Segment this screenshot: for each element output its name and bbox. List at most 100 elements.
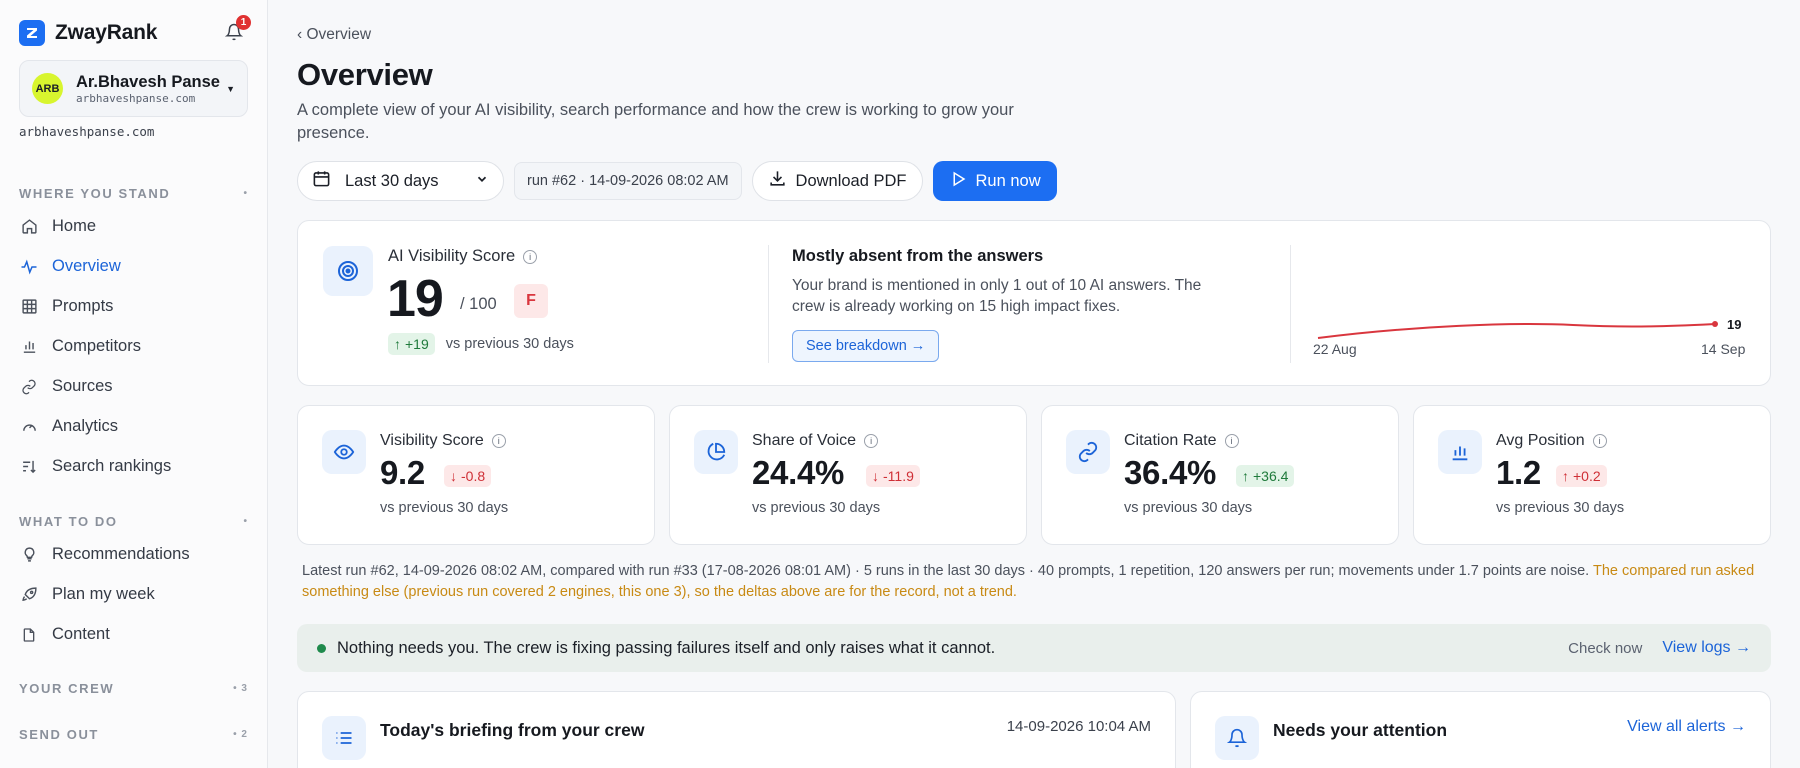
sidebar-item-label: Analytics	[52, 417, 119, 435]
attention-card: Needs your attention View all alerts →	[1190, 691, 1771, 768]
sidebar-item-competitors[interactable]: Competitors	[20, 337, 141, 356]
metric-label-text: Citation Rate	[1124, 432, 1217, 449]
metric-caption: vs previous 30 days	[752, 500, 881, 516]
sidebar-item-label: Home	[52, 217, 97, 235]
delta-caption: vs previous 30 days	[445, 336, 574, 352]
hero-delta-row: ↑ +19 vs previous 30 days	[388, 333, 574, 355]
date-range-value: Last 30 days	[345, 171, 439, 190]
home-icon	[20, 218, 38, 236]
section-what-to-do[interactable]: WHAT TO DO •	[19, 514, 248, 529]
eye-icon	[322, 430, 366, 474]
ai-visibility-label-text: AI Visibility Score	[388, 247, 516, 265]
sidebar-item-search-rankings[interactable]: Search rankings	[20, 457, 171, 476]
metric-label: Visibility Score i	[380, 432, 506, 450]
trend-start-label: 22 Aug	[1313, 341, 1357, 357]
sidebar-item-label: Content	[52, 625, 110, 643]
sidebar-item-label: Search rankings	[52, 457, 172, 475]
section-label: SEND OUT	[19, 727, 99, 742]
divider	[1290, 245, 1291, 363]
section-label: WHAT TO DO	[19, 514, 118, 529]
section-meta: • 3	[233, 683, 248, 694]
note-main-text: Latest run #62, 14-09-2026 08:02 AM, com…	[302, 563, 1593, 579]
breadcrumb[interactable]: ‹ Overview	[297, 26, 371, 44]
info-icon[interactable]: i	[491, 433, 506, 448]
sort-icon	[20, 458, 38, 476]
run-now-button[interactable]: Run now	[932, 161, 1057, 201]
chevron-down-icon	[475, 172, 489, 191]
info-icon[interactable]: i	[864, 433, 879, 448]
grade-badge: F	[514, 284, 548, 318]
metric-label-text: Share of Voice	[752, 432, 857, 449]
status-text: Nothing needs you. The crew is fixing pa…	[337, 638, 996, 657]
see-breakdown-button[interactable]: See breakdown →	[792, 330, 940, 362]
sidebar-item-label: Plan my week	[52, 585, 155, 603]
view-all-alerts-link[interactable]: View all alerts →	[1627, 718, 1746, 736]
sidebar-item-analytics[interactable]: Analytics	[20, 417, 118, 436]
sidebar-item-label: Recommendations	[52, 545, 190, 563]
crew-status-bar: Nothing needs you. The crew is fixing pa…	[297, 624, 1771, 672]
sidebar: ZwayRank 1 ARB Ar.Bhavesh Panse arbhaves…	[0, 0, 268, 768]
briefing-card: Today's briefing from your crew 14-09-20…	[297, 691, 1176, 768]
sidebar-item-plan-my-week[interactable]: Plan my week	[20, 585, 155, 604]
section-meta: •	[243, 188, 248, 199]
info-icon[interactable]: i	[523, 249, 538, 264]
metric-card-citation-rate: Citation Rate i 36.4% ↑ +36.4 vs previous …	[1041, 405, 1399, 545]
info-icon[interactable]: i	[1592, 433, 1607, 448]
zwayrank-logo-icon	[19, 20, 45, 46]
activity-icon	[20, 258, 38, 276]
metric-value: 24.4%	[752, 454, 845, 491]
metric-value: 36.4%	[1124, 454, 1217, 491]
metric-label: Avg Position i	[1496, 432, 1607, 450]
date-range-select[interactable]: Last 30 days	[297, 161, 504, 201]
grid-icon	[20, 298, 38, 316]
section-your-crew[interactable]: YOUR CREW • 3	[19, 681, 248, 696]
sidebar-item-overview[interactable]: Overview	[20, 257, 121, 276]
sidebar-item-prompts[interactable]: Prompts	[20, 297, 113, 316]
sidebar-item-recommendations[interactable]: Recommendations	[20, 545, 190, 564]
pie-chart-icon	[694, 430, 738, 474]
section-send-out[interactable]: SEND OUT • 2	[19, 727, 248, 742]
bar-chart-icon	[1438, 430, 1482, 474]
score-max: / 100	[460, 295, 497, 313]
status-message: Your brand is mentioned in only 1 out of…	[792, 277, 1202, 315]
metric-value: 9.2	[380, 454, 425, 491]
metric-label-text: Visibility Score	[380, 432, 484, 449]
check-now-button[interactable]: Check now	[1568, 640, 1642, 657]
notification-badge: 1	[236, 15, 251, 30]
section-label: WHERE YOU STAND	[19, 186, 171, 201]
page-subtitle: A complete view of your AI visibility, s…	[297, 101, 1014, 142]
metric-label-text: Avg Position	[1496, 432, 1585, 449]
trend-last-value: 19	[1727, 317, 1741, 332]
section-where-you-stand[interactable]: WHERE YOU STAND •	[19, 186, 248, 201]
delta-value: -11.9	[883, 468, 914, 484]
download-pdf-button[interactable]: Download PDF	[751, 161, 923, 201]
account-switcher[interactable]: ARB Ar.Bhavesh Panse arbhaveshpanse.com …	[19, 60, 248, 117]
info-icon[interactable]: i	[1224, 433, 1239, 448]
sidebar-item-label: Sources	[52, 377, 113, 395]
sidebar-item-home[interactable]: Home	[20, 217, 96, 236]
sidebar-item-sources[interactable]: Sources	[20, 377, 113, 396]
trend-end-label: 14 Sep	[1701, 341, 1746, 357]
page-title: Overview	[297, 57, 433, 92]
avatar: ARB	[32, 73, 63, 104]
target-icon	[323, 246, 373, 296]
metric-caption: vs previous 30 days	[380, 500, 509, 516]
sidebar-item-label: Overview	[52, 257, 121, 275]
metric-card-avg-position: Avg Position i 1.2 ↑ +0.2 vs previous 30 d…	[1413, 405, 1771, 545]
metric-caption: vs previous 30 days	[1496, 500, 1625, 516]
metric-caption: vs previous 30 days	[1124, 500, 1253, 516]
app-name: ZwayRank	[55, 21, 158, 44]
trend-last-point	[1712, 321, 1718, 327]
view-logs-link[interactable]: View logs →	[1662, 639, 1751, 657]
delta-badge: ↓ -0.8	[444, 465, 492, 487]
arrow-up-icon: ↑	[1562, 468, 1569, 484]
ai-visibility-score: 19	[387, 270, 444, 328]
brand[interactable]: ZwayRank	[19, 20, 157, 46]
delta-value: -0.8	[461, 468, 486, 484]
sidebar-item-content[interactable]: Content	[20, 625, 110, 644]
arrow-down-icon: ↓	[450, 468, 457, 484]
delta-value: +19	[405, 336, 429, 352]
arrow-down-icon: ↓	[872, 468, 879, 484]
download-pdf-label: Download PDF	[795, 171, 907, 190]
metric-card-visibility-score: Visibility Score i 9.2 ↓ -0.8 vs previous …	[297, 405, 655, 545]
